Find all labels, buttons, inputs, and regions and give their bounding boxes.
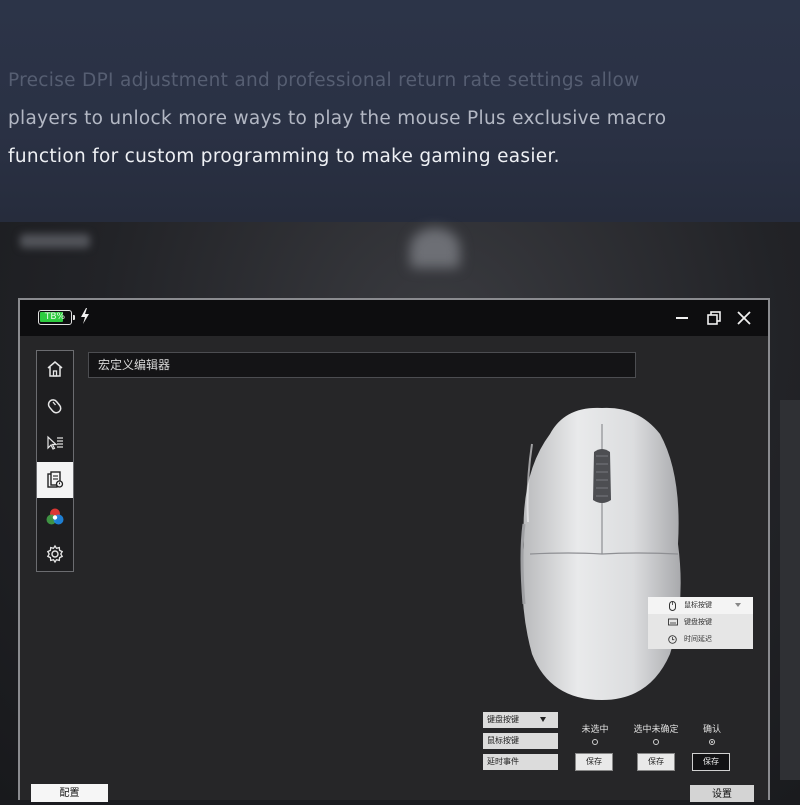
tab-settings[interactable]: 设置: [690, 785, 754, 802]
chevron-down-icon: [540, 717, 546, 722]
macro-editor-title[interactable]: 宏定义编辑器: [88, 352, 636, 378]
radio-confirm[interactable]: [709, 739, 715, 745]
clock-icon: [668, 635, 677, 644]
event-type-value: 键盘按键: [487, 715, 519, 724]
banner-line-2: players to unlock more ways to play the …: [8, 108, 667, 129]
radio-selected-unconfirmed[interactable]: [653, 739, 659, 745]
tab-config[interactable]: 配置: [31, 784, 108, 802]
menu-item-label: 时间延迟: [684, 635, 712, 643]
menu-item-label: 鼠标按键: [684, 601, 712, 609]
sidebar-item-performance[interactable]: [37, 425, 73, 461]
event-option-label: 延时事件: [487, 757, 519, 766]
state-label-selected-unconfirmed: 选中未确定: [633, 725, 679, 735]
restore-icon: [707, 311, 721, 325]
save-button-selected-unconfirmed[interactable]: 保存: [637, 753, 675, 771]
battery-indicator: TB%: [38, 310, 75, 325]
macro-document-icon: [47, 471, 64, 488]
chevron-down-icon: [735, 603, 741, 607]
key-type-menu: 鼠标按键 键盘按键 时间延迟: [648, 597, 753, 649]
menu-item-keyboard-key[interactable]: 键盘按键: [648, 614, 753, 631]
event-type-dropdown[interactable]: 键盘按键: [483, 712, 558, 728]
minimize-icon: [676, 317, 688, 319]
close-button[interactable]: [732, 306, 756, 330]
mouse-key-icon: [669, 601, 676, 611]
restore-button[interactable]: [702, 306, 726, 330]
menu-item-mouse-key[interactable]: 鼠标按键: [648, 597, 753, 614]
cursor-list-icon: [47, 435, 63, 450]
gear-icon: [46, 544, 64, 564]
state-label-unselected: 未选中: [581, 725, 609, 735]
sidebar-nav: [36, 350, 74, 572]
sidebar-item-macro[interactable]: [37, 462, 73, 498]
blurred-logo: [20, 234, 90, 248]
banner-line-3: function for custom programming to make …: [8, 146, 560, 167]
minimize-button[interactable]: [670, 306, 694, 330]
home-icon: [47, 361, 63, 377]
marketing-banner: Precise DPI adjustment and professional …: [0, 0, 800, 222]
blurred-edge: [780, 400, 800, 780]
blurred-shape: [410, 228, 460, 268]
menu-item-label: 键盘按键: [684, 618, 712, 626]
close-icon: [737, 311, 751, 325]
sidebar-item-settings[interactable]: [37, 536, 73, 572]
app-window: TB% 宏定义编辑器 鼠标按键 键盘按键 时间延迟 键盘按键 鼠标按键 延时事件…: [18, 298, 770, 802]
sidebar-item-home[interactable]: [37, 351, 73, 387]
sidebar-item-lighting[interactable]: [37, 499, 73, 535]
event-option-mouse-key[interactable]: 鼠标按键: [483, 733, 558, 749]
state-label-confirm: 确认: [702, 725, 721, 735]
rgb-color-icon: [46, 508, 64, 525]
sidebar-item-mouse[interactable]: [37, 388, 73, 424]
keyboard-icon: [668, 618, 678, 626]
battery-label: TB%: [44, 312, 66, 322]
mouse-illustration: [520, 407, 681, 700]
banner-line-1: Precise DPI adjustment and professional …: [8, 70, 640, 91]
event-option-label: 鼠标按键: [487, 736, 519, 745]
save-button-confirm[interactable]: 保存: [692, 753, 730, 771]
mouse-outline-icon: [47, 399, 62, 414]
event-option-delay[interactable]: 延时事件: [483, 754, 558, 770]
menu-item-time-delay[interactable]: 时间延迟: [648, 631, 753, 648]
title-bar: TB%: [20, 300, 768, 336]
save-button-unselected[interactable]: 保存: [575, 753, 613, 771]
radio-unselected[interactable]: [592, 739, 598, 745]
lightning-bolt-icon: [81, 308, 89, 324]
